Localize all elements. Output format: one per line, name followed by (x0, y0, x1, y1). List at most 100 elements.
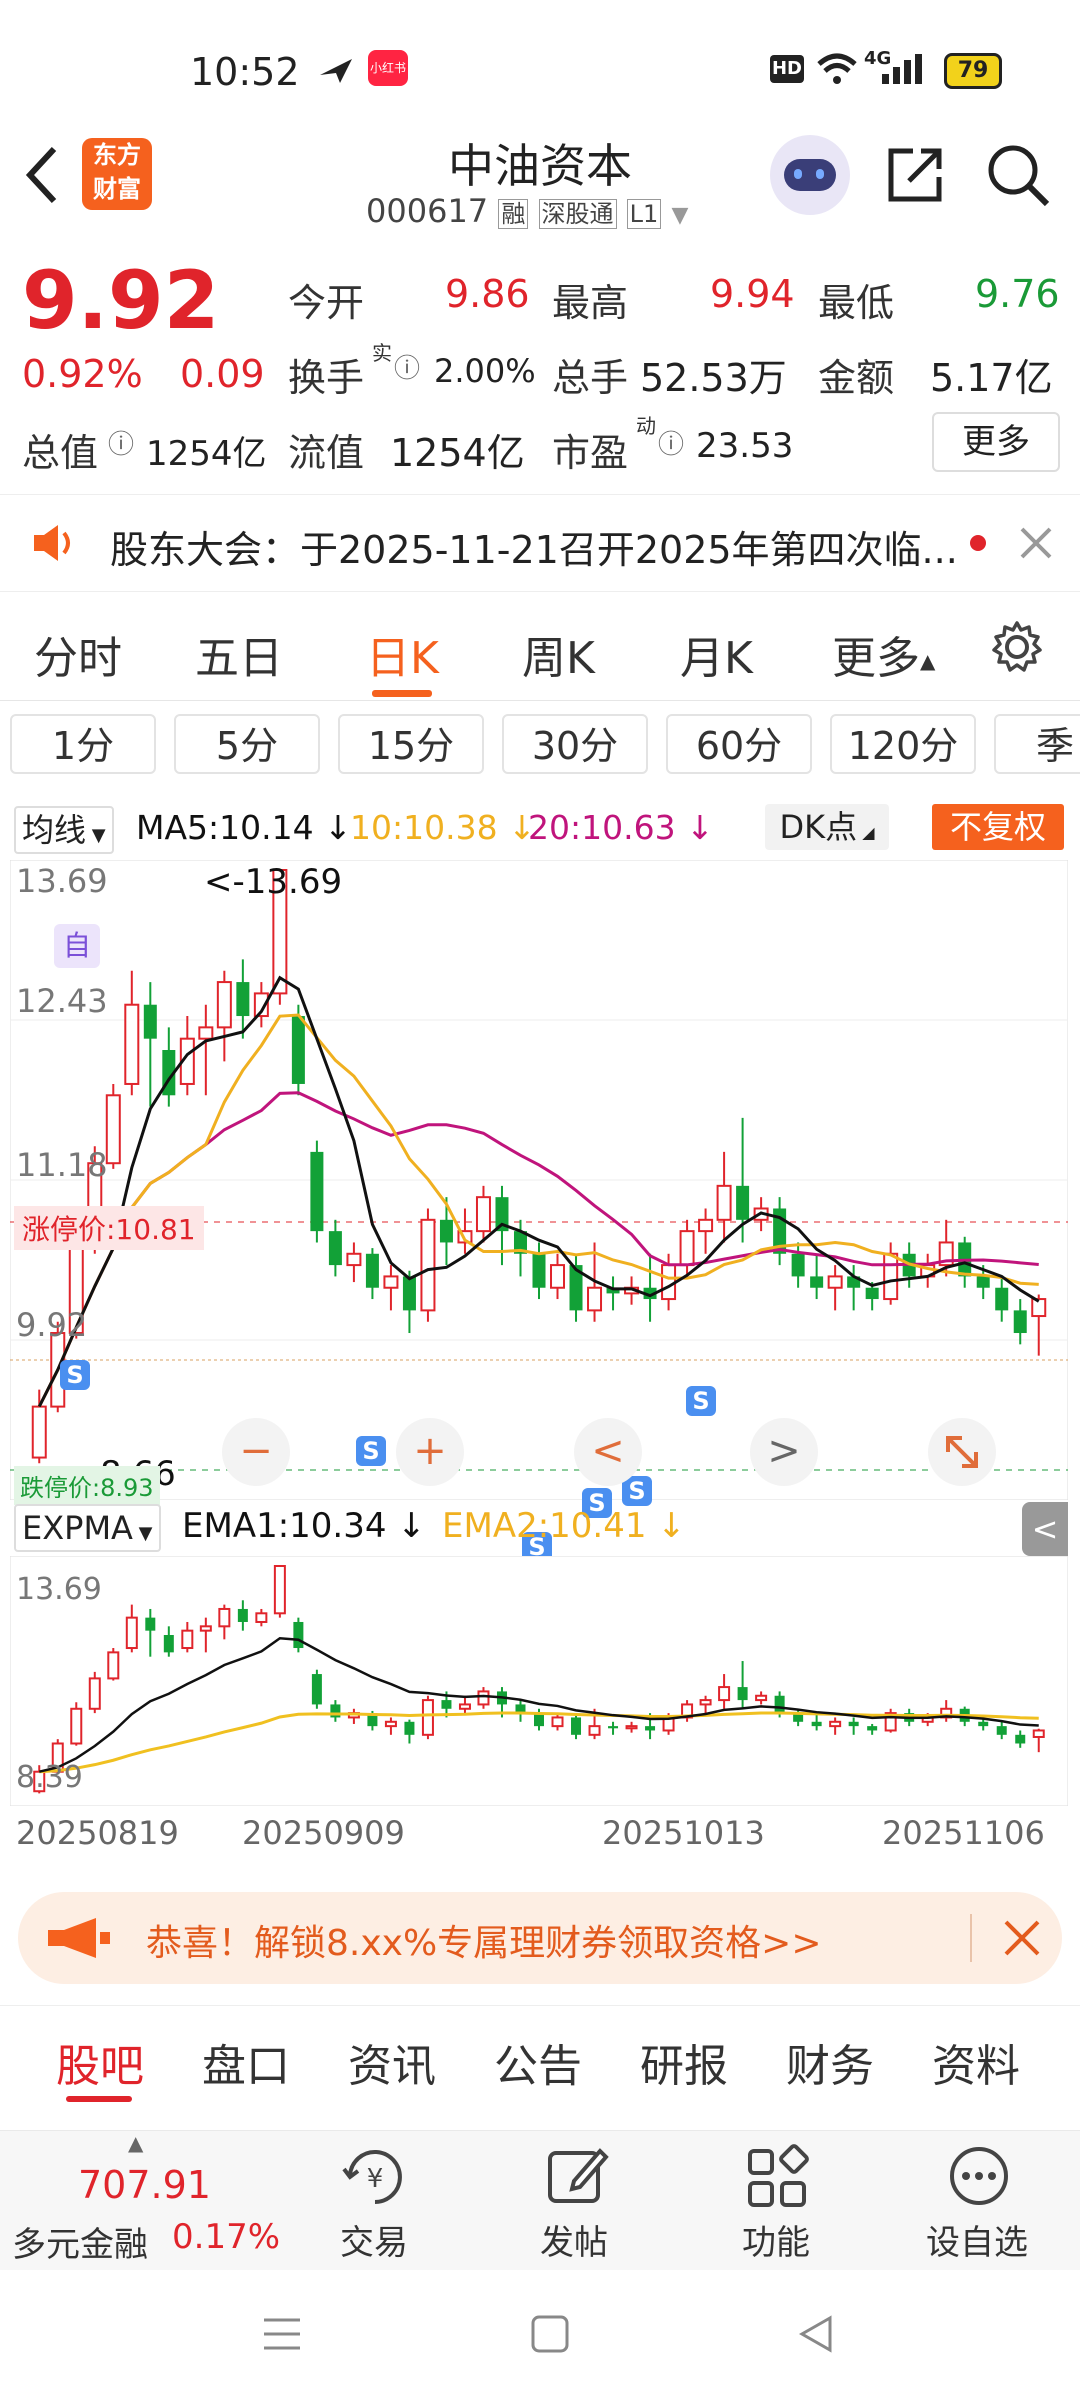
kline-main-plot[interactable] (10, 860, 1068, 1500)
tab-profile[interactable]: 资料 (932, 2030, 1020, 2094)
tab-intraday[interactable]: 分时 (34, 622, 122, 686)
ma-select[interactable]: 均线 ▼ (14, 806, 114, 854)
info-icon[interactable]: ⓘ (658, 424, 684, 461)
back-nav-icon[interactable] (796, 2314, 836, 2354)
tab-stock-forum[interactable]: 股吧 (56, 2030, 144, 2094)
sector-name[interactable]: 多元金融 (12, 2217, 148, 2266)
caret-up-icon: ▲ (128, 2131, 144, 2155)
close-icon[interactable] (1002, 1918, 1042, 1958)
candle-body (125, 1616, 138, 1650)
tab-news[interactable]: 资讯 (348, 2030, 436, 2094)
info-icon[interactable]: ⓘ (108, 424, 134, 461)
candle-body (273, 1565, 286, 1615)
tab-five-day[interactable]: 五日 (195, 622, 283, 686)
candle-body (439, 1219, 453, 1243)
candle-body (181, 1629, 194, 1650)
tab-announcements[interactable]: 公告 (494, 2030, 582, 2094)
prev-button[interactable]: < (574, 1418, 642, 1486)
tab-financials[interactable]: 财务 (786, 2030, 874, 2094)
candle-body (976, 1276, 990, 1288)
tab-daily-k[interactable]: 日K (366, 622, 439, 686)
candle-body (384, 1720, 397, 1728)
sell-marker: S (686, 1386, 716, 1416)
zoom-out-button[interactable]: − (222, 1418, 290, 1486)
candle-body (402, 1276, 416, 1311)
period-120min[interactable]: 120分 (830, 714, 976, 774)
apps-grid-icon[interactable] (744, 2143, 810, 2209)
search-icon[interactable] (985, 142, 1051, 208)
tab-more[interactable]: 更多▲ (832, 622, 935, 686)
candle-body (810, 1276, 824, 1288)
candle-body (755, 1694, 768, 1702)
content-tabs: 股吧 盘口 资讯 公告 研报 财务 资料 (0, 2005, 1080, 2106)
ma10-label: 10:10.38 (350, 808, 498, 847)
candle-body (441, 1700, 452, 1709)
ema-select[interactable]: EXPMA ▼ (14, 1504, 161, 1552)
ema-select-label: EXPMA (22, 1509, 133, 1547)
status-bar: 10:52 小红书 HD 4G 79 (0, 0, 1080, 130)
post-edit-icon[interactable] (544, 2143, 610, 2209)
tab-more-label: 更多 (832, 633, 920, 684)
promo-banner[interactable]: 恭喜！解锁8.xx%专属理财券领取资格>> (18, 1892, 1062, 1984)
corner-icon: ◢ (857, 823, 875, 842)
close-icon[interactable] (1018, 525, 1054, 561)
post-label: 发帖 (540, 2223, 608, 2263)
xtick-3: 20251013 (602, 1814, 765, 1852)
top-bar: 东方 财富 中油资本 000617 融 深股通 L1 ▼ (0, 130, 1080, 240)
period-15min[interactable]: 15分 (338, 714, 484, 774)
info-icon[interactable]: ⓘ (394, 348, 420, 385)
share-icon[interactable] (885, 145, 945, 205)
candle-body (978, 1721, 989, 1727)
candle-body (716, 1184, 732, 1221)
tab-research[interactable]: 研报 (640, 2030, 728, 2094)
period-season[interactable]: 季 (994, 714, 1080, 774)
period-30min[interactable]: 30分 (502, 714, 648, 774)
dk-point-select[interactable]: DK点 ◢ (765, 804, 889, 850)
period-1min[interactable]: 1分 (10, 714, 156, 774)
zoom-in-button[interactable]: + (396, 1418, 464, 1486)
robot-assistant-icon[interactable] (770, 135, 850, 215)
candle-body (420, 1218, 436, 1312)
candle-body (550, 1264, 566, 1289)
more-button[interactable]: 更多 (932, 412, 1060, 472)
ma20-value: 20:10.63 ↓ (528, 808, 714, 847)
candle-body (698, 1218, 714, 1233)
gear-icon[interactable] (990, 620, 1044, 674)
chart-tabs: 分时 五日 日K 周K 月K 更多▲ (0, 600, 1080, 701)
home-icon[interactable] (530, 2314, 570, 2354)
divider (970, 1914, 972, 1962)
tab-order-book[interactable]: 盘口 (202, 2030, 290, 2094)
period-5min[interactable]: 5分 (174, 714, 320, 774)
xtick-1: 20250819 (16, 1814, 179, 1852)
candle-body (291, 1016, 305, 1084)
bottom-dock: ▲ 707.91 多元金融 0.17% ¥ 交易 发帖 功能 设自选 (0, 2130, 1080, 2271)
down-arrow-icon: ↓ (675, 808, 714, 847)
ema2-value: EMA2:10.41 ↓ (442, 1506, 686, 1546)
tab-weekly-k[interactable]: 周K (522, 622, 595, 686)
megaphone-icon (48, 1918, 110, 1958)
tab-monthly-k[interactable]: 月K (680, 622, 753, 686)
more-dots-icon[interactable] (946, 2143, 1012, 2209)
amount-label: 金额 (818, 356, 895, 400)
stock-code-row[interactable]: 000617 融 深股通 L1 ▼ (366, 192, 688, 230)
no-adjust-button[interactable]: 不复权 (932, 804, 1064, 850)
candle-body (236, 982, 250, 1017)
float-label: 流值 (288, 431, 365, 475)
menu-icon[interactable] (262, 2314, 302, 2354)
candle-body (404, 1721, 415, 1735)
status-time: 10:52 (190, 50, 300, 94)
notice-bar[interactable]: 股东大会：于2025-11-21召开2025年第四次临... (0, 494, 1080, 592)
fullscreen-icon[interactable] (928, 1418, 996, 1486)
collapse-panel-button[interactable]: < (1022, 1502, 1068, 1556)
candle-body (736, 1185, 750, 1220)
trade-icon[interactable]: ¥ (340, 2145, 410, 2211)
candle-body (107, 1651, 120, 1680)
candle-body (458, 1703, 471, 1710)
add-watchlist-label[interactable]: 设自选 (926, 2215, 1028, 2264)
ema-plot[interactable] (10, 1556, 1068, 1806)
period-60min[interactable]: 60分 (666, 714, 812, 774)
candle-body (865, 1287, 879, 1300)
candle-body (587, 1286, 603, 1312)
next-button[interactable]: > (750, 1418, 818, 1486)
candle-body (216, 981, 232, 1029)
